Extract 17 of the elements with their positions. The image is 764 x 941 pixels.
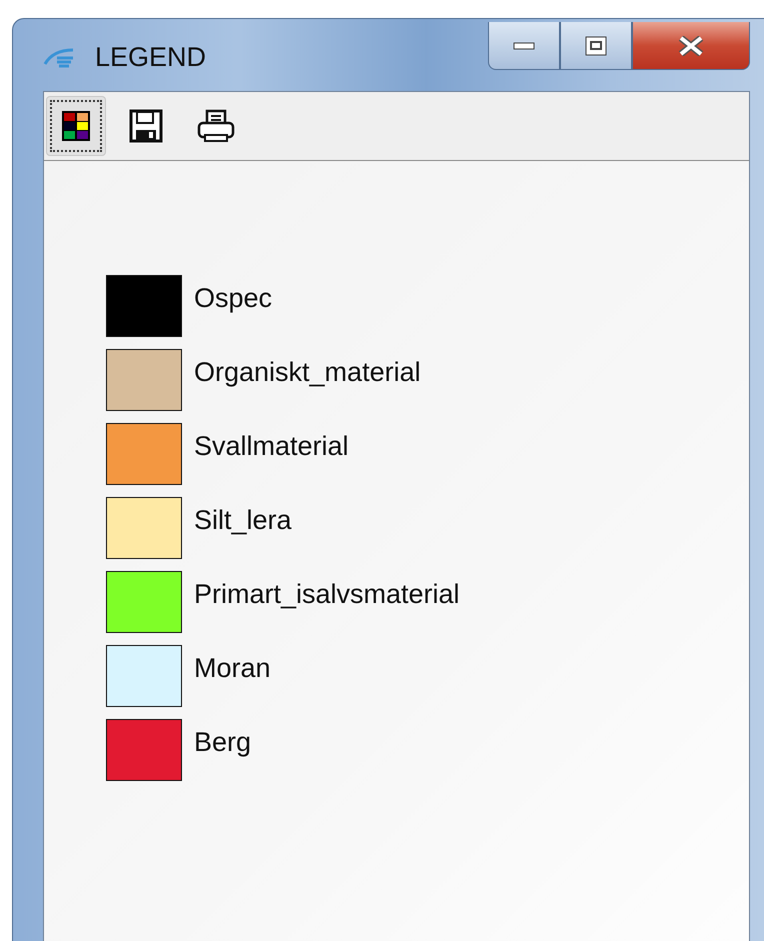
minimize-icon bbox=[513, 42, 535, 50]
legend-label: Moran bbox=[194, 652, 271, 684]
close-button[interactable] bbox=[632, 22, 750, 70]
legend-label: Silt_lera bbox=[194, 504, 292, 536]
legend-label: Svallmaterial bbox=[194, 430, 349, 462]
printer-icon bbox=[197, 109, 235, 143]
maximize-button[interactable] bbox=[560, 22, 632, 70]
minimize-button[interactable] bbox=[488, 22, 560, 70]
window-title: LEGEND bbox=[95, 42, 206, 72]
legend-button[interactable] bbox=[46, 96, 106, 156]
color-grid-icon bbox=[62, 111, 90, 141]
legend-label: Primart_isalvsmaterial bbox=[194, 578, 460, 610]
legend-label: Ospec bbox=[194, 282, 272, 314]
legend-label: Organiskt_material bbox=[194, 356, 421, 388]
close-icon bbox=[677, 36, 705, 56]
legend-label: Berg bbox=[194, 726, 252, 758]
maximize-icon bbox=[585, 36, 607, 56]
